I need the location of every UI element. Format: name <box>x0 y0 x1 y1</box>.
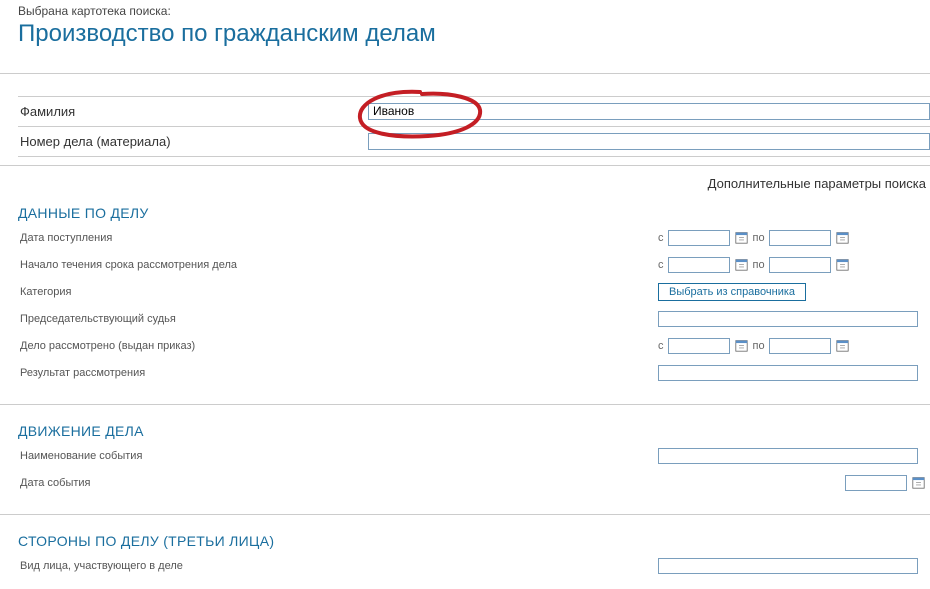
row-receipt-date: Дата поступления с по <box>18 229 930 247</box>
row-judge: Председательствующий судья <box>18 310 930 328</box>
result-input[interactable] <box>658 365 918 381</box>
to-label: по <box>753 259 765 271</box>
extra-params-link[interactable]: Дополнительные параметры поиска <box>0 172 930 197</box>
from-label: с <box>658 259 664 271</box>
row-review-start: Начало течения срока рассмотрения дела с… <box>18 256 930 274</box>
review-start-label: Начало течения срока рассмотрения дела <box>18 259 658 271</box>
section-case-title: ДАННЫЕ ПО ДЕЛУ <box>18 205 930 221</box>
reviewed-from-input[interactable] <box>668 338 730 354</box>
calendar-icon[interactable] <box>734 230 749 245</box>
pre-title: Выбрана картотека поиска: <box>18 4 930 18</box>
receipt-date-to-input[interactable] <box>769 230 831 246</box>
surname-input[interactable] <box>368 103 930 120</box>
section-movement-title: ДВИЖЕНИЕ ДЕЛА <box>18 423 930 439</box>
calendar-icon[interactable] <box>835 257 850 272</box>
receipt-date-from-input[interactable] <box>668 230 730 246</box>
from-label: с <box>658 340 664 352</box>
surname-label: Фамилия <box>18 104 368 119</box>
row-result: Результат рассмотрения <box>18 364 930 382</box>
judge-label: Председательствующий судья <box>18 313 658 325</box>
receipt-date-label: Дата поступления <box>18 232 658 244</box>
divider <box>0 165 930 166</box>
calendar-icon[interactable] <box>734 257 749 272</box>
row-surname: Фамилия <box>18 96 930 127</box>
to-label: по <box>753 232 765 244</box>
from-label: с <box>658 232 664 244</box>
page-title: Производство по гражданским делам <box>18 20 930 49</box>
reviewed-label: Дело рассмотрено (выдан приказ) <box>18 340 658 352</box>
review-start-from-input[interactable] <box>668 257 730 273</box>
judge-input[interactable] <box>658 311 918 327</box>
case-number-label: Номер дела (материала) <box>18 134 368 149</box>
section-parties-title: СТОРОНЫ ПО ДЕЛУ (ТРЕТЬИ ЛИЦА) <box>18 533 930 549</box>
row-event-name: Наименование события <box>18 447 930 465</box>
divider <box>0 404 930 405</box>
case-number-input[interactable] <box>368 133 930 150</box>
calendar-icon[interactable] <box>911 475 926 490</box>
row-party-type: Вид лица, участвующего в деле <box>18 557 930 575</box>
event-date-input[interactable] <box>845 475 907 491</box>
to-label: по <box>753 340 765 352</box>
reviewed-to-input[interactable] <box>769 338 831 354</box>
divider <box>0 514 930 515</box>
party-type-input[interactable] <box>658 558 918 574</box>
divider <box>0 73 930 74</box>
row-event-date: Дата события <box>18 474 930 492</box>
event-name-label: Наименование события <box>18 450 658 462</box>
calendar-icon[interactable] <box>734 338 749 353</box>
calendar-icon[interactable] <box>835 338 850 353</box>
event-date-label: Дата события <box>18 477 658 489</box>
row-category: Категория Выбрать из справочника <box>18 283 930 301</box>
review-start-to-input[interactable] <box>769 257 831 273</box>
category-label: Категория <box>18 286 658 298</box>
row-case-number: Номер дела (материала) <box>18 127 930 157</box>
row-reviewed: Дело рассмотрено (выдан приказ) с по <box>18 337 930 355</box>
event-name-input[interactable] <box>658 448 918 464</box>
calendar-icon[interactable] <box>835 230 850 245</box>
category-lookup-button[interactable]: Выбрать из справочника <box>658 283 806 301</box>
party-type-label: Вид лица, участвующего в деле <box>18 560 658 572</box>
result-label: Результат рассмотрения <box>18 367 658 379</box>
top-search-fields: Фамилия Номер дела (материала) <box>18 96 930 157</box>
